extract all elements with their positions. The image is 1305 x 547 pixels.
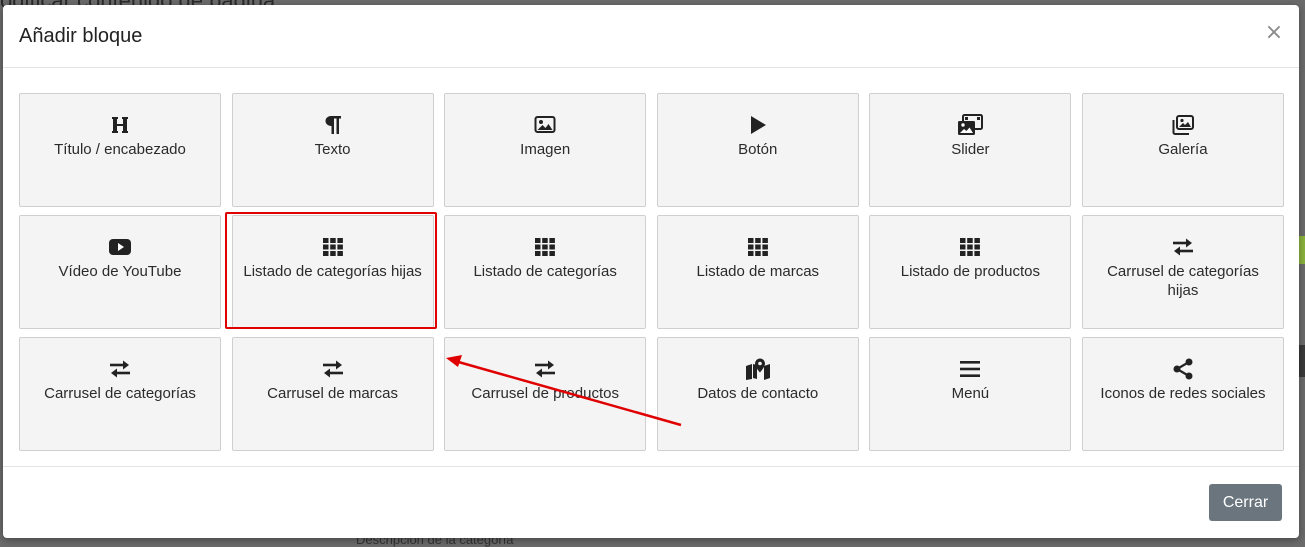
images-icon bbox=[1171, 114, 1195, 136]
block-label: Título / encabezado bbox=[54, 141, 186, 158]
youtube-icon bbox=[108, 236, 132, 258]
block-label: Slider bbox=[951, 141, 990, 158]
image-icon bbox=[534, 114, 556, 136]
grid-icon bbox=[959, 236, 981, 258]
block-label: Vídeo de YouTube bbox=[58, 263, 182, 280]
block-tile-2-paragraph[interactable]: Texto bbox=[231, 93, 434, 207]
menu-bars-icon bbox=[959, 358, 981, 380]
map-location-icon bbox=[745, 358, 771, 380]
modal-body: Título / encabezado Texto Imagen Botón Slide… bbox=[3, 68, 1299, 467]
block-tile-15-arrows-exchange[interactable]: Carrusel de productos bbox=[444, 337, 647, 451]
block-label: Listado de marcas bbox=[696, 263, 820, 280]
play-icon bbox=[748, 114, 768, 136]
block-label: Iconos de redes sociales bbox=[1100, 385, 1266, 402]
block-label: Botón bbox=[738, 141, 778, 158]
add-block-modal: Añadir bloque × Título / encabezado Texto… bbox=[3, 5, 1299, 538]
modal-title: Añadir bloque bbox=[19, 25, 143, 47]
block-tile-12-arrows-exchange[interactable]: Carrusel de categorías hijas bbox=[1081, 215, 1284, 329]
block-label: Listado de categorías bbox=[473, 263, 617, 280]
cerrar-button[interactable]: Cerrar bbox=[1209, 484, 1282, 521]
block-tile-1-heading[interactable]: Título / encabezado bbox=[19, 93, 221, 207]
arrows-exchange-icon bbox=[109, 358, 131, 380]
modal-footer: Cerrar bbox=[3, 467, 1299, 538]
block-tile-3-image[interactable]: Imagen bbox=[444, 93, 647, 207]
grid-icon bbox=[322, 236, 344, 258]
block-tile-6-images[interactable]: Galería bbox=[1081, 93, 1284, 207]
block-label: Texto bbox=[314, 141, 351, 158]
block-tile-16-map-location[interactable]: Datos de contacto bbox=[656, 337, 859, 451]
block-label: Galería bbox=[1158, 141, 1208, 158]
block-tile-10-grid[interactable]: Listado de marcas bbox=[656, 215, 859, 329]
block-tile-8-grid[interactable]: Listado de categorías hijas bbox=[231, 215, 434, 329]
block-label: Carrusel de categorías bbox=[44, 385, 196, 402]
block-tile-13-arrows-exchange[interactable]: Carrusel de categorías bbox=[19, 337, 221, 451]
paragraph-icon bbox=[323, 114, 343, 136]
block-tile-5-photo-film[interactable]: Slider bbox=[869, 93, 1072, 207]
block-tile-11-grid[interactable]: Listado de productos bbox=[869, 215, 1072, 329]
block-label: Carrusel de marcas bbox=[267, 385, 399, 402]
block-tile-14-arrows-exchange[interactable]: Carrusel de marcas bbox=[231, 337, 434, 451]
close-icon[interactable]: × bbox=[1263, 21, 1285, 45]
grid-icon bbox=[747, 236, 769, 258]
block-tile-9-grid[interactable]: Listado de categorías bbox=[444, 215, 647, 329]
block-tile-17-menu-bars[interactable]: Menú bbox=[869, 337, 1072, 451]
block-label: Listado de categorías hijas bbox=[243, 263, 422, 280]
grid-icon bbox=[534, 236, 556, 258]
block-grid: Título / encabezado Texto Imagen Botón Slide… bbox=[19, 93, 1284, 451]
photo-film-icon bbox=[957, 114, 984, 136]
modal-header: Añadir bloque × bbox=[3, 5, 1299, 68]
heading-icon bbox=[109, 114, 131, 136]
block-label: Menú bbox=[951, 385, 990, 402]
block-label: Carrusel de productos bbox=[471, 385, 619, 402]
block-label: Listado de productos bbox=[900, 263, 1040, 280]
arrows-exchange-icon bbox=[322, 358, 344, 380]
block-tile-18-share[interactable]: Iconos de redes sociales bbox=[1081, 337, 1284, 451]
arrows-exchange-icon bbox=[534, 358, 556, 380]
block-label: Carrusel de categorías hijas bbox=[1107, 263, 1259, 299]
block-tile-7-youtube[interactable]: Vídeo de YouTube bbox=[19, 215, 221, 329]
arrows-exchange-icon bbox=[1172, 236, 1194, 258]
block-tile-4-play[interactable]: Botón bbox=[656, 93, 859, 207]
block-label: Datos de contacto bbox=[697, 385, 819, 402]
share-icon bbox=[1172, 358, 1194, 380]
block-label: Imagen bbox=[520, 141, 571, 158]
